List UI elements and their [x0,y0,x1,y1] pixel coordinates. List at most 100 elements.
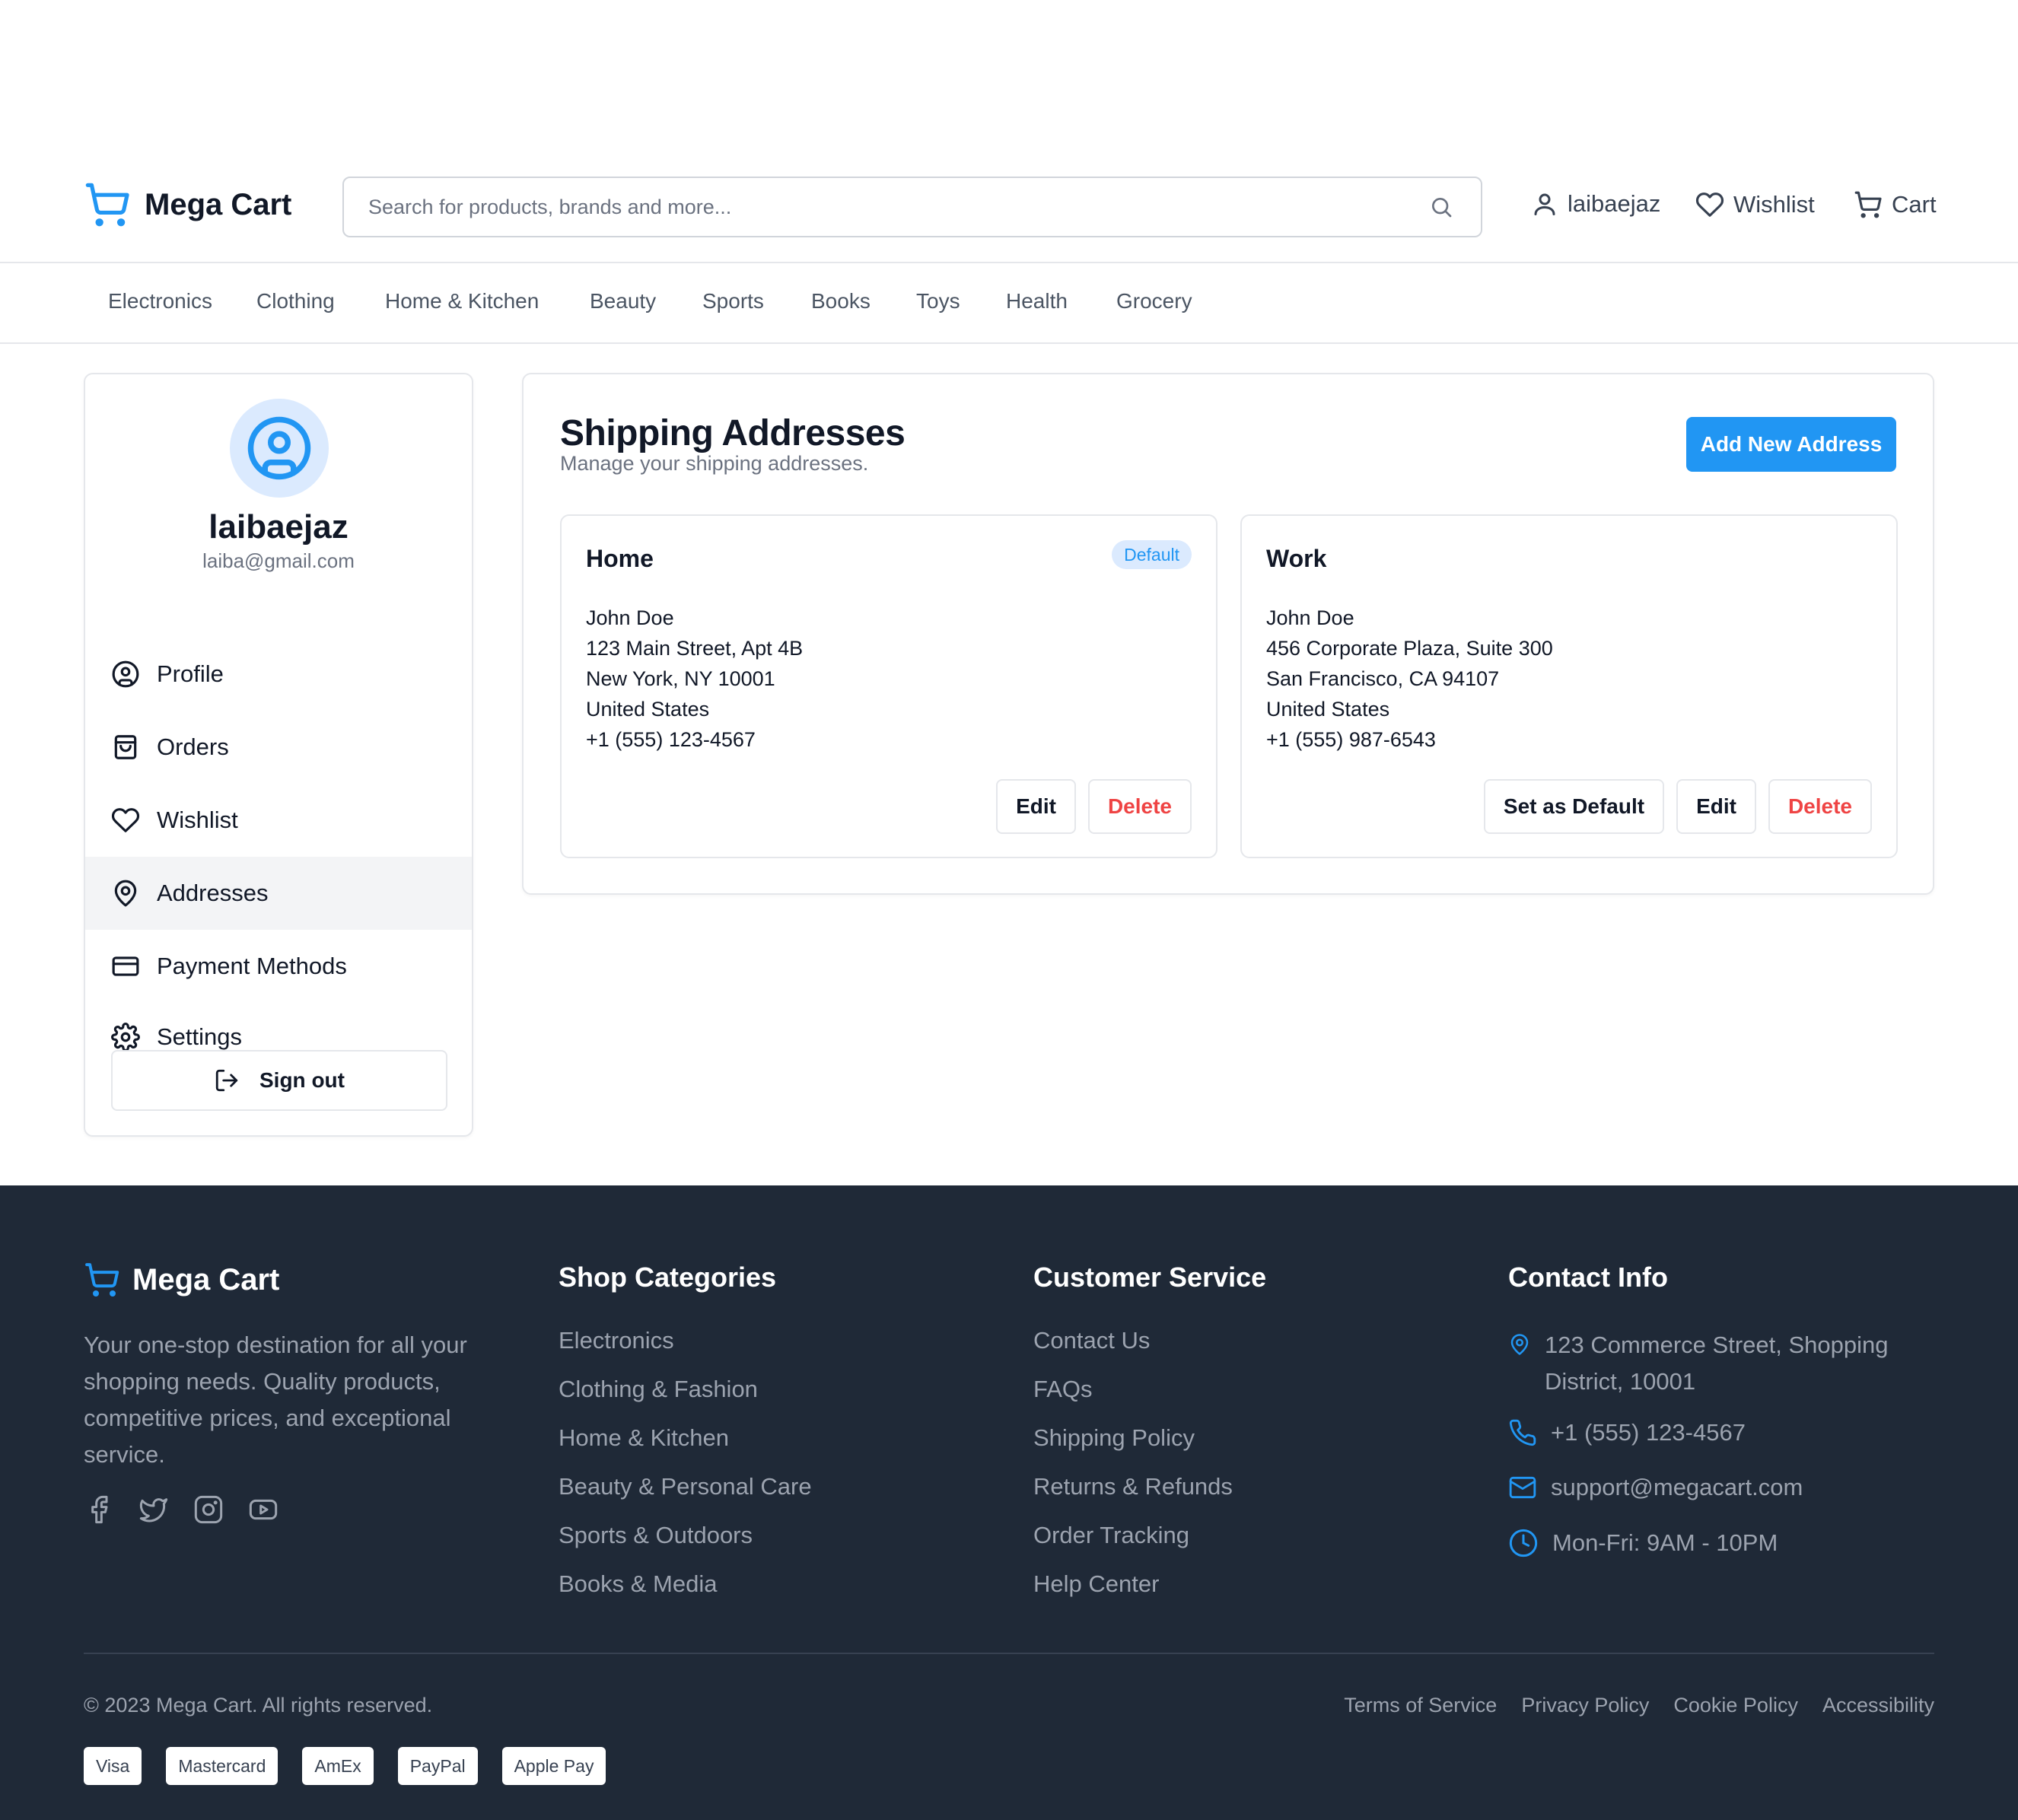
user-circle-avatar-icon [245,414,314,482]
youtube-icon[interactable] [248,1494,279,1525]
footer-link[interactable]: Contact Us [1033,1327,1233,1376]
category-clothing[interactable]: Clothing [256,289,335,313]
delete-button[interactable]: Delete [1087,779,1192,834]
sidebar-item-label: Addresses [157,880,269,906]
heart-icon [111,806,140,835]
category-books[interactable]: Books [811,289,871,313]
phone-line: +1 (555) 987-6543 [1266,728,1436,751]
category-health[interactable]: Health [1006,289,1068,313]
user-circle-icon [111,660,140,689]
payment-badge-amex: AmEx [302,1747,374,1785]
cookie-link[interactable]: Cookie Policy [1673,1694,1798,1717]
phone-icon [1508,1418,1537,1447]
sidebar-item-profile[interactable]: Profile [85,638,472,711]
search-icon[interactable] [1429,195,1453,219]
street-line: 123 Main Street, Apt 4B [586,637,804,660]
shop-categories-heading: Shop Categories [559,1262,777,1293]
cart-label: Cart [1892,191,1937,218]
address-label: Work [1266,545,1327,572]
account-label: laibaejaz [1568,190,1661,217]
footer-link[interactable]: Sports & Outdoors [559,1522,812,1570]
cart-link[interactable]: Cart [1854,190,1937,219]
contact-phone-text: +1 (555) 123-4567 [1551,1419,1746,1446]
footer-link[interactable]: Clothing & Fashion [559,1376,812,1424]
sidebar-item-wishlist[interactable]: Wishlist [85,784,472,857]
contact-email-text: support@megacart.com [1551,1474,1803,1500]
address-actions: Edit Delete [996,779,1192,834]
contact-address: 123 Commerce Street, Shopping District, … [1508,1327,1918,1400]
search-input[interactable] [368,190,1396,224]
twitter-icon[interactable] [138,1494,169,1525]
cart-logo-icon [84,1262,120,1298]
address-actions: Set as Default Edit Delete [1483,779,1872,834]
footer-link[interactable]: FAQs [1033,1376,1233,1424]
city-line: San Francisco, CA 94107 [1266,667,1500,690]
profile-username: laibaejaz [208,508,349,546]
contact-phone: +1 (555) 123-4567 [1508,1418,1746,1447]
account-sidebar: laibaejaz laiba@gmail.com Profile Orders… [84,373,473,1137]
contact-address-text: 123 Commerce Street, Shopping District, … [1545,1332,1889,1395]
add-new-address-button[interactable]: Add New Address [1686,417,1896,472]
site-header: Mega Cart laibaejaz Wishlist Cart [0,0,2018,263]
site-footer: Mega Cart Your one-stop destination for … [0,1185,2018,1820]
footer-link[interactable]: Returns & Refunds [1033,1473,1233,1522]
gear-icon [111,1023,140,1052]
sign-out-label: Sign out [259,1068,345,1092]
wishlist-link[interactable]: Wishlist [1695,190,1815,219]
privacy-link[interactable]: Privacy Policy [1521,1694,1649,1717]
footer-link[interactable]: Books & Media [559,1570,812,1619]
sidebar-item-label: Settings [157,1023,243,1050]
country-line: United States [1266,698,1390,721]
footer-link[interactable]: Home & Kitchen [559,1424,812,1473]
address-card-home: Home Default John Doe 123 Main Street, A… [560,514,1217,858]
contact-hours-text: Mon-Fri: 9AM - 10PM [1552,1529,1778,1556]
address-label: Home [586,545,654,572]
sidebar-item-orders[interactable]: Orders [85,711,472,784]
instagram-icon[interactable] [193,1494,224,1525]
footer-link[interactable]: Shipping Policy [1033,1424,1233,1473]
footer-link[interactable]: Help Center [1033,1570,1233,1619]
customer-service-heading: Customer Service [1033,1262,1267,1293]
footer-link[interactable]: Order Tracking [1033,1522,1233,1570]
footer-divider [84,1653,1934,1654]
footer-link[interactable]: Electronics [559,1327,812,1376]
shop-categories-list: Electronics Clothing & Fashion Home & Ki… [559,1327,812,1619]
brand-name: Mega Cart [145,187,292,221]
category-home-kitchen[interactable]: Home & Kitchen [385,289,539,313]
social-links [84,1494,279,1525]
brand-logo[interactable]: Mega Cart [84,181,291,228]
delete-button[interactable]: Delete [1768,779,1872,834]
category-toys[interactable]: Toys [916,289,960,313]
accessibility-link[interactable]: Accessibility [1822,1694,1934,1717]
credit-card-icon [111,952,140,981]
edit-button[interactable]: Edit [996,779,1076,834]
terms-link[interactable]: Terms of Service [1344,1694,1497,1717]
edit-button[interactable]: Edit [1676,779,1756,834]
recipient-name: John Doe [1266,606,1354,629]
account-link[interactable]: laibaejaz [1531,190,1660,218]
footer-description: Your one-stop destination for all your s… [84,1332,467,1468]
sidebar-item-label: Payment Methods [157,953,347,979]
category-sports[interactable]: Sports [702,289,764,313]
map-pin-icon [111,879,140,908]
page-subtitle: Manage your shipping addresses. [560,452,869,475]
contact-info-heading: Contact Info [1508,1262,1668,1293]
address-card-work: Work John Doe 456 Corporate Plaza, Suite… [1240,514,1898,858]
avatar [230,399,329,498]
contact-hours: Mon-Fri: 9AM - 10PM [1508,1528,1778,1558]
sign-out-button[interactable]: Sign out [111,1050,447,1111]
facebook-icon[interactable] [84,1494,114,1525]
sidebar-item-addresses[interactable]: Addresses [85,857,472,930]
footer-link[interactable]: Beauty & Personal Care [559,1473,812,1522]
category-grocery[interactable]: Grocery [1116,289,1192,313]
cart-icon [1854,190,1883,219]
footer-brand[interactable]: Mega Cart [84,1262,279,1298]
legal-links: Terms of Service Privacy Policy Cookie P… [1344,1694,1934,1717]
payment-badge-visa: Visa [84,1747,142,1785]
category-beauty[interactable]: Beauty [590,289,656,313]
wishlist-label: Wishlist [1733,191,1815,218]
shopping-bag-icon [111,733,140,762]
sidebar-item-payment-methods[interactable]: Payment Methods [85,930,472,1003]
set-as-default-button[interactable]: Set as Default [1483,779,1665,834]
category-electronics[interactable]: Electronics [108,289,212,313]
